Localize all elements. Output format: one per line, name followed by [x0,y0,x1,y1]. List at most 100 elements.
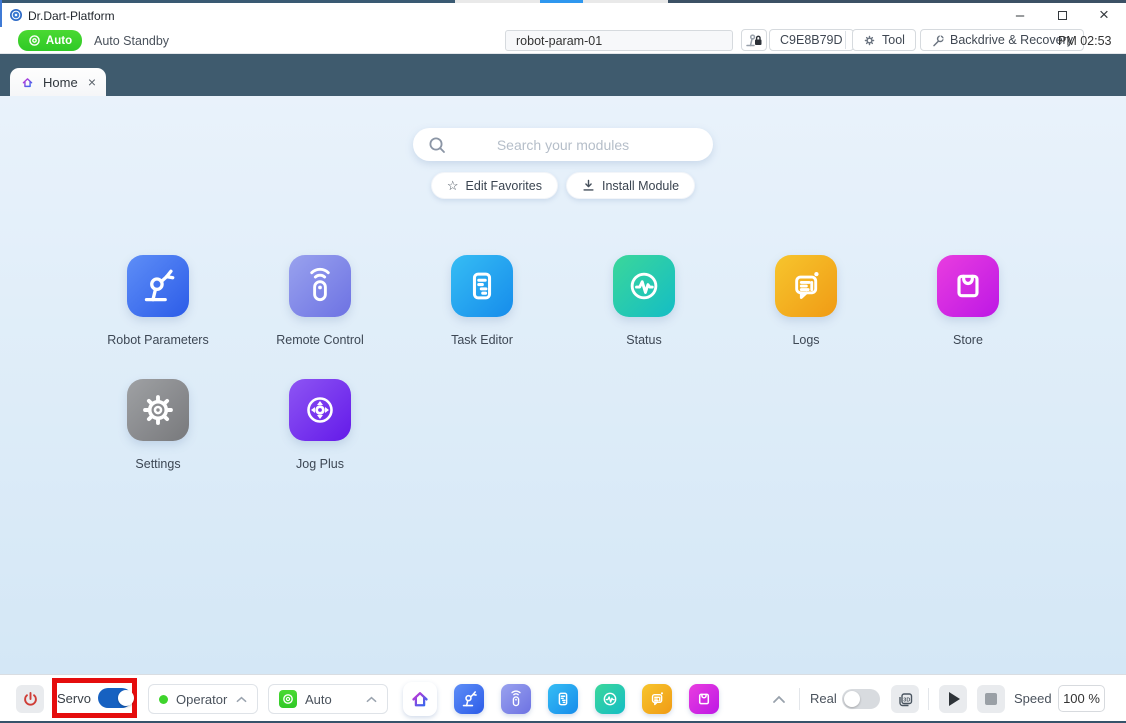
taskbar-home-button[interactable] [403,682,437,716]
bottom-bar: Servo Operator Auto Real 3D Speed 100 % [0,674,1126,721]
real-label: Real [810,691,837,706]
wrench-icon [931,34,944,47]
task-editor-icon [451,255,513,317]
tool-button[interactable]: Tool [852,29,916,51]
backdrive-recovery-label: Backdrive & Recovery [950,33,1073,47]
module-label: Logs [792,333,819,348]
module-label: Jog Plus [296,457,344,472]
maximize-icon [1058,11,1067,20]
chevron-up-icon [236,696,247,703]
module-grid: Robot Parameters Remote Control Task Edito… [77,255,1049,472]
taskbar-store-button[interactable] [689,684,719,714]
robot-parameters-icon [127,255,189,317]
robot-name-input[interactable] [505,30,733,51]
robot-status-text: Auto Standby [94,34,169,48]
home-icon [20,75,35,90]
close-button[interactable]: × [1090,3,1118,27]
module-label: Store [953,333,983,348]
toggle-knob [118,690,134,706]
serial-label: C9E8B79D [780,33,843,47]
tab-home-label: Home [43,75,78,90]
title-bar: Dr.Dart-Platform – × [0,3,1126,27]
module-logs[interactable]: Logs [725,255,887,348]
chevron-up-icon [366,696,377,703]
settings-icon [127,379,189,441]
servo-toggle[interactable] [98,688,132,708]
logs-icon [775,255,837,317]
taskbar-status-button[interactable] [595,684,625,714]
stop-button[interactable] [977,685,1005,713]
tab-close-icon[interactable]: × [88,75,96,89]
search-icon [428,136,446,154]
stop-icon [985,693,997,705]
speed-label: Speed [1014,691,1052,706]
auto-mode-label: Auto [305,692,358,707]
maximize-button[interactable] [1048,3,1076,27]
module-task-editor[interactable]: Task Editor [401,255,563,348]
taskbar-logs-button[interactable] [642,684,672,714]
play-button[interactable] [939,685,967,713]
svg-text:3D: 3D [903,697,910,703]
tab-bar: Home × [0,54,1126,96]
speed-value: 100 % [1063,691,1100,706]
servo-highlight-box: Servo [52,678,137,718]
robot-lock-button[interactable] [741,29,767,51]
toggle-knob [844,691,860,707]
mode-badge-label: Auto [46,35,72,47]
bottombar-separator [928,688,929,710]
tab-home[interactable]: Home × [10,68,106,96]
chevron-up-icon [772,695,786,704]
module-label: Settings [135,457,180,472]
tool-label: Tool [882,33,905,47]
simulator-3d-button[interactable]: 3D [891,685,919,713]
3d-view-icon: 3D [897,691,914,708]
module-jog-plus[interactable]: Jog Plus [239,379,401,472]
gear-icon [863,34,876,47]
module-robot-parameters[interactable]: Robot Parameters [77,255,239,348]
search-input[interactable] [413,128,713,161]
star-icon: ☆ [447,179,459,192]
app-title: Dr.Dart-Platform [28,9,115,23]
home-content: ☆ Edit Favorites Install Module Robot Pa… [0,96,1126,674]
speed-value-box[interactable]: 100 % [1058,685,1105,712]
mode-badge[interactable]: Auto [18,30,82,51]
module-taskbar [403,675,719,722]
install-module-button[interactable]: Install Module [566,172,695,199]
edit-favorites-button[interactable]: ☆ Edit Favorites [431,172,558,199]
install-module-label: Install Module [602,179,679,193]
power-button[interactable] [16,685,44,713]
module-remote-control[interactable]: Remote Control [239,255,401,348]
top-toolbar: Auto Auto Standby C9E8B79D Tool Backdriv… [0,27,1126,54]
auto-mode-select[interactable]: Auto [268,684,388,714]
status-icon [613,255,675,317]
bottombar-separator [799,688,800,710]
operator-status-dot [159,695,168,704]
app-logo-icon [10,9,22,21]
taskbar-task-editor-button[interactable] [548,684,578,714]
module-status[interactable]: Status [563,255,725,348]
module-store[interactable]: Store [887,255,1049,348]
taskbar-robot-parameters-button[interactable] [454,684,484,714]
real-toggle[interactable] [842,689,880,709]
power-icon [22,691,39,708]
module-label: Robot Parameters [107,333,208,348]
module-label: Remote Control [276,333,364,348]
play-icon [949,692,960,706]
store-icon [937,255,999,317]
clock: PM 02:53 [1058,34,1112,48]
module-search [413,128,713,161]
module-label: Task Editor [451,333,513,348]
operator-select[interactable]: Operator [148,684,258,714]
jog-plus-icon [289,379,351,441]
taskbar-collapse-button[interactable] [772,691,786,709]
auto-mode-icon [28,34,41,47]
remote-control-icon [289,255,351,317]
download-icon [582,179,595,192]
serial-button[interactable]: C9E8B79D [769,29,854,51]
robot-lock-icon [744,32,764,48]
module-settings[interactable]: Settings [77,379,239,472]
taskbar-remote-control-button[interactable] [501,684,531,714]
minimize-button[interactable]: – [1006,3,1034,27]
auto-mode-icon [279,690,297,708]
toolbar-separator [845,31,846,49]
